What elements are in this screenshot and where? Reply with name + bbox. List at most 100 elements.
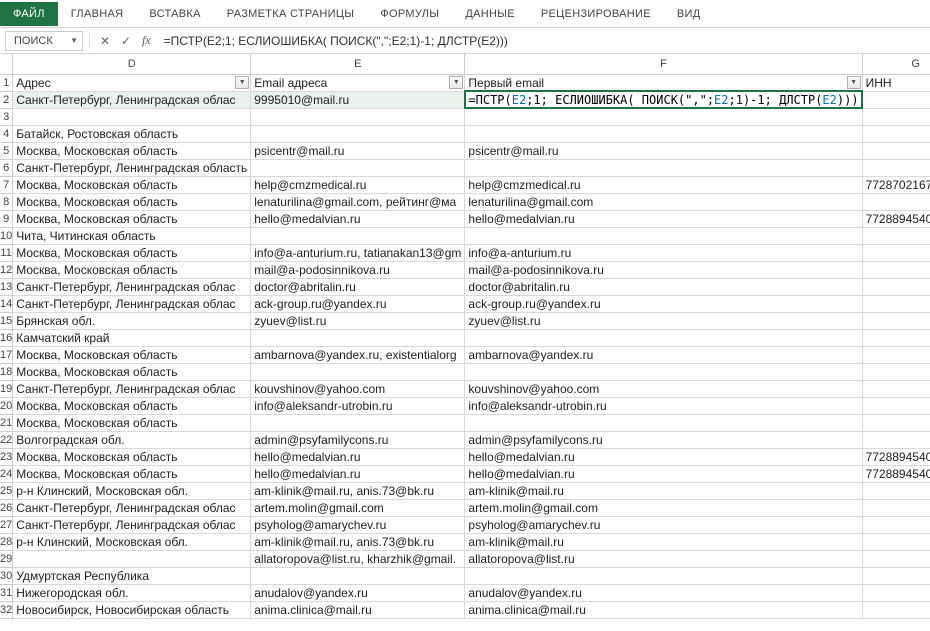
tab-вид[interactable]: ВИД — [664, 2, 714, 26]
row-header[interactable]: 28 — [0, 533, 13, 550]
cell-D20[interactable]: Москва, Московская область — [13, 397, 251, 414]
tab-файл[interactable]: ФАЙЛ — [0, 2, 58, 26]
cell-D19[interactable]: Санкт-Петербург, Ленинградская облас — [13, 380, 251, 397]
cell-G4[interactable] — [862, 125, 930, 142]
tab-вставка[interactable]: ВСТАВКА — [136, 2, 213, 26]
cell-G20[interactable] — [862, 397, 930, 414]
row-header[interactable]: 11 — [0, 244, 13, 261]
cell-F31[interactable]: anudalov@yandex.ru — [465, 584, 862, 601]
row-header[interactable]: 32 — [0, 601, 13, 618]
cell-G17[interactable] — [862, 346, 930, 363]
cell-E28[interactable]: am-klinik@mail.ru, anis.73@bk.ru — [251, 533, 465, 550]
cell-E14[interactable]: ack-group.ru@yandex.ru — [251, 295, 465, 312]
cell-F27[interactable]: psyholog@amarychev.ru — [465, 516, 862, 533]
cell-F4[interactable] — [465, 125, 862, 142]
row-header[interactable]: 25 — [0, 482, 13, 499]
cell-D6[interactable]: Санкт-Петербург, Ленинградская область — [13, 159, 251, 176]
row-header[interactable]: 27 — [0, 516, 13, 533]
cell-G27[interactable] — [862, 516, 930, 533]
cell-G15[interactable] — [862, 312, 930, 329]
column-header-E[interactable]: E — [251, 54, 465, 74]
row-header[interactable]: 26 — [0, 499, 13, 516]
cell-E18[interactable] — [251, 363, 465, 380]
cell-G21[interactable] — [862, 414, 930, 431]
cell-D17[interactable]: Москва, Московская область — [13, 346, 251, 363]
cell-D10[interactable]: Чита, Читинская область — [13, 227, 251, 244]
row-header[interactable]: 6 — [0, 159, 13, 176]
cell-E20[interactable]: info@aleksandr-utrobin.ru — [251, 397, 465, 414]
cell-F11[interactable]: info@a-anturium.ru — [465, 244, 862, 261]
cell-D12[interactable]: Москва, Московская область — [13, 261, 251, 278]
row-header[interactable]: 24 — [0, 465, 13, 482]
cell-F29[interactable]: allatoropova@list.ru — [465, 550, 862, 567]
cell-F13[interactable]: doctor@abritalin.ru — [465, 278, 862, 295]
cell-D21[interactable]: Москва, Московская область — [13, 414, 251, 431]
cell-F7[interactable]: help@cmzmedical.ru — [465, 176, 862, 193]
row-header[interactable]: 3 — [0, 108, 13, 125]
cell-G25[interactable] — [862, 482, 930, 499]
row-header[interactable]: 29 — [0, 550, 13, 567]
row-header[interactable]: 9 — [0, 210, 13, 227]
cell-F12[interactable]: mail@a-podosinnikova.ru — [465, 261, 862, 278]
row-header[interactable]: 5 — [0, 142, 13, 159]
cell-F24[interactable]: hello@medalvian.ru — [465, 465, 862, 482]
cell-G5[interactable] — [862, 142, 930, 159]
cell-F21[interactable] — [465, 414, 862, 431]
cell-F14[interactable]: ack-group.ru@yandex.ru — [465, 295, 862, 312]
cell-F16[interactable] — [465, 329, 862, 346]
cell-G19[interactable] — [862, 380, 930, 397]
row-header[interactable]: 8 — [0, 193, 13, 210]
cell-E29[interactable]: allatoropova@list.ru, kharzhik@gmail. — [251, 550, 465, 567]
cell-D3[interactable] — [13, 108, 251, 125]
cell-E15[interactable]: zyuev@list.ru — [251, 312, 465, 329]
cell-D26[interactable]: Санкт-Петербург, Ленинградская облас — [13, 499, 251, 516]
cell-G32[interactable] — [862, 601, 930, 618]
cell-E25[interactable]: am-klinik@mail.ru, anis.73@bk.ru — [251, 482, 465, 499]
row-header[interactable]: 23 — [0, 448, 13, 465]
cell-F5[interactable]: psicentr@mail.ru — [465, 142, 862, 159]
tab-формулы[interactable]: ФОРМУЛЫ — [367, 2, 452, 26]
cell-D15[interactable]: Брянская обл. — [13, 312, 251, 329]
cell-G23[interactable]: 7728894540, 9729 — [862, 448, 930, 465]
cell-D16[interactable]: Камчатский край — [13, 329, 251, 346]
cell-D13[interactable]: Санкт-Петербург, Ленинградская облас — [13, 278, 251, 295]
cell-G6[interactable] — [862, 159, 930, 176]
cell-E6[interactable] — [251, 159, 465, 176]
cell-F17[interactable]: ambarnova@yandex.ru — [465, 346, 862, 363]
cell-D23[interactable]: Москва, Московская область — [13, 448, 251, 465]
cell-E4[interactable] — [251, 125, 465, 142]
row-header[interactable]: 16 — [0, 329, 13, 346]
table-header-cell[interactable]: ИНН▼ — [862, 74, 930, 91]
cell-E10[interactable] — [251, 227, 465, 244]
cell-G14[interactable] — [862, 295, 930, 312]
spreadsheet-grid[interactable]: DEFGHI 1Адрес▼Email адреса▼Первый email▼… — [0, 54, 930, 619]
cell-E30[interactable] — [251, 567, 465, 584]
cell-E17[interactable]: ambarnova@yandex.ru, existentialorg — [251, 346, 465, 363]
cell-G2[interactable] — [862, 91, 930, 108]
cell-D18[interactable]: Москва, Московская область — [13, 363, 251, 380]
accept-formula-button[interactable]: ✓ — [117, 32, 135, 50]
cell-G24[interactable]: 7728894540, 9729 — [862, 465, 930, 482]
cell-D27[interactable]: Санкт-Петербург, Ленинградская облас — [13, 516, 251, 533]
filter-dropdown-icon[interactable]: ▼ — [235, 76, 249, 89]
cell-F23[interactable]: hello@medalvian.ru — [465, 448, 862, 465]
cell-D4[interactable]: Батайск, Ростовская область — [13, 125, 251, 142]
cell-G10[interactable] — [862, 227, 930, 244]
tab-данные[interactable]: ДАННЫЕ — [452, 2, 528, 26]
cell-E31[interactable]: anudalov@yandex.ru — [251, 584, 465, 601]
tab-разметка страницы[interactable]: РАЗМЕТКА СТРАНИЦЫ — [214, 2, 368, 26]
cell-F22[interactable]: admin@psyfamilycons.ru — [465, 431, 862, 448]
row-header[interactable]: 12 — [0, 261, 13, 278]
cell-D8[interactable]: Москва, Московская область — [13, 193, 251, 210]
cell-F26[interactable]: artem.molin@gmail.com — [465, 499, 862, 516]
cell-F32[interactable]: anima.clinica@mail.ru — [465, 601, 862, 618]
cell-F2[interactable]: =ПСТР(E2;1; ЕСЛИОШИБКА( ПОИСК(",";E2;1)-… — [465, 91, 862, 108]
cell-F8[interactable]: lenaturilina@gmail.com — [465, 193, 862, 210]
name-box[interactable]: ПОИСК ▼ — [5, 31, 83, 51]
row-header[interactable]: 10 — [0, 227, 13, 244]
cell-G8[interactable] — [862, 193, 930, 210]
row-header[interactable]: 31 — [0, 584, 13, 601]
cell-E16[interactable] — [251, 329, 465, 346]
table-header-cell[interactable]: Email адреса▼ — [251, 74, 465, 91]
filter-dropdown-icon[interactable]: ▼ — [847, 76, 861, 89]
